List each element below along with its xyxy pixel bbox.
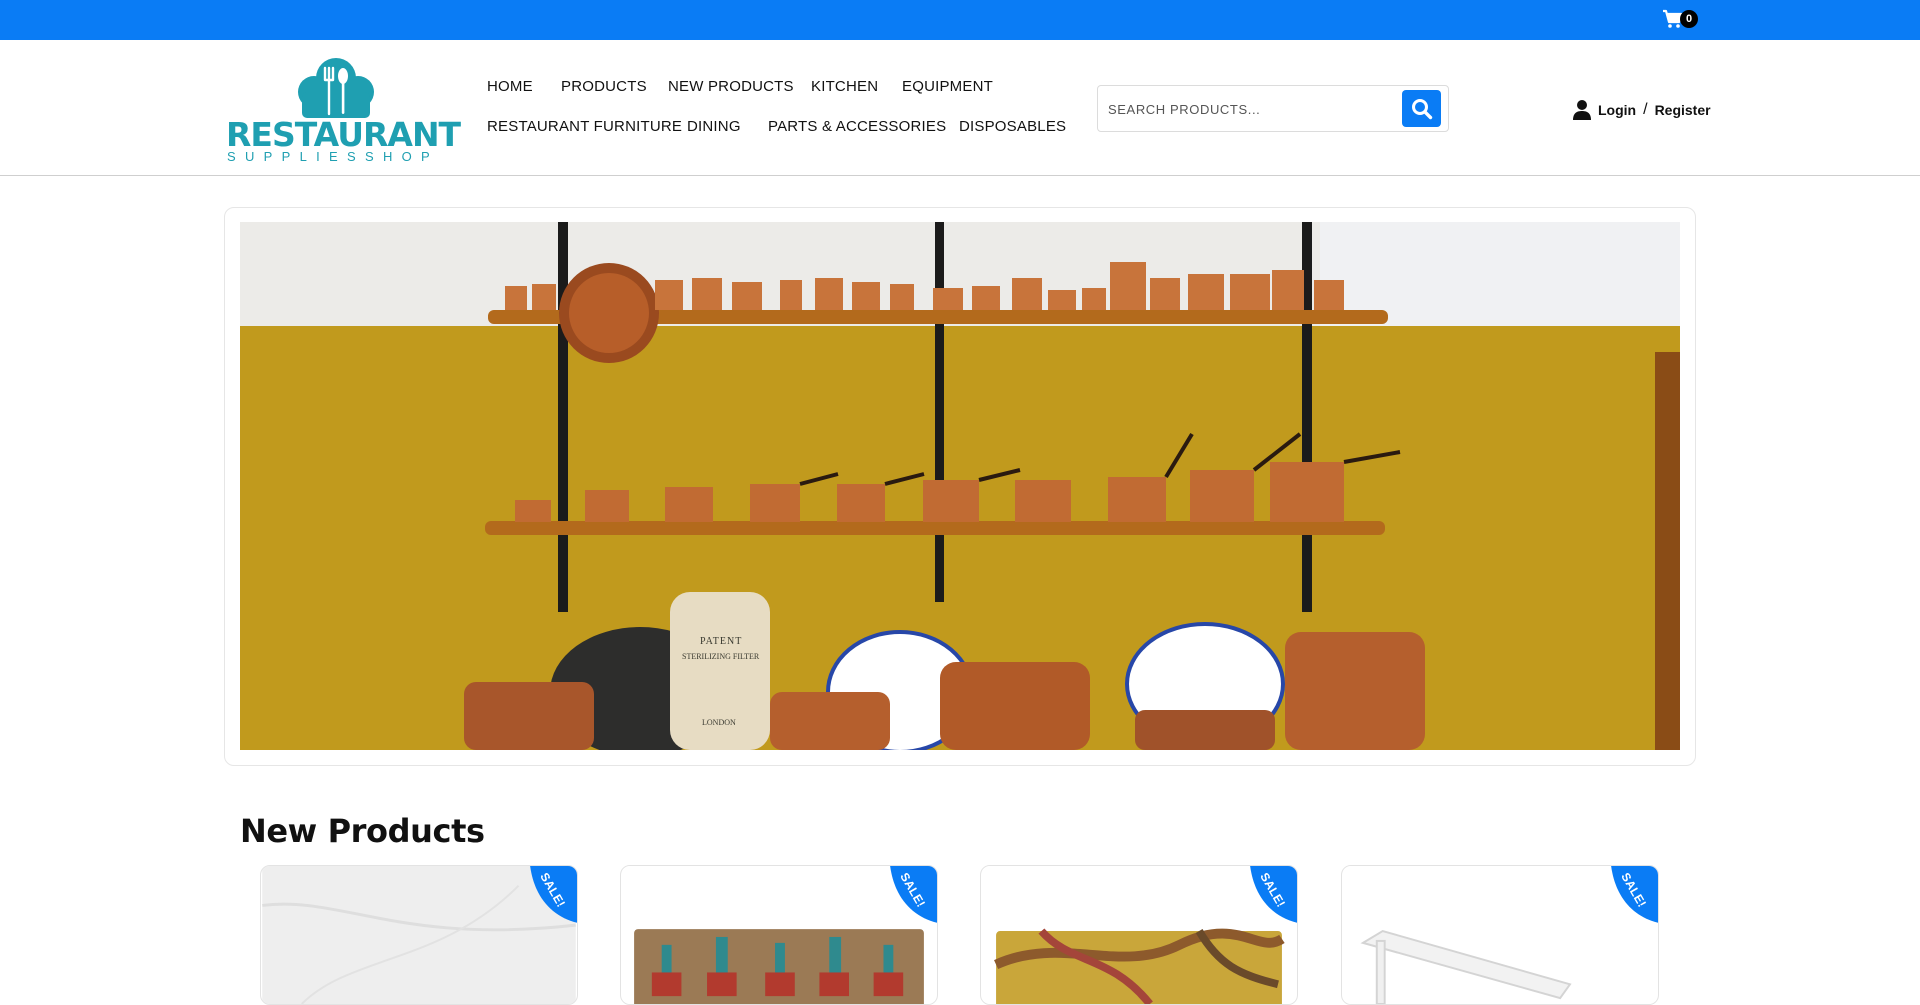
nav-restaurant-furniture[interactable]: RESTAURANT FURNITURE — [487, 118, 682, 135]
site-header: RESTAURANT SUPPLIESSHOP HOME PRODUCTS NE… — [0, 40, 1920, 176]
nav-products[interactable]: PRODUCTS — [561, 78, 647, 95]
search-input[interactable] — [1108, 94, 1388, 124]
logo-subtitle: SUPPLIESSHOP — [227, 149, 440, 164]
cart-button[interactable]: 0 — [1660, 9, 1700, 33]
login-link[interactable]: Login — [1598, 102, 1636, 118]
jar-label-filter: STERILIZING FILTER — [682, 652, 760, 661]
product-card[interactable]: SALE! — [260, 865, 578, 1005]
nav-disposables[interactable]: DISPOSABLES — [959, 118, 1066, 135]
nav-new-products[interactable]: NEW PRODUCTS — [668, 78, 794, 95]
account-links: Login / Register — [1572, 98, 1711, 122]
nav-dining[interactable]: DINING — [687, 118, 741, 135]
account-separator: / — [1643, 101, 1648, 118]
hero-banner-image[interactable]: PATENT STERILIZING FILTER LONDON — [240, 222, 1680, 750]
jar-label-london: LONDON — [702, 718, 736, 727]
nav-equipment[interactable]: EQUIPMENT — [902, 78, 993, 95]
top-bar: 0 — [0, 0, 1920, 40]
cart-count-badge: 0 — [1680, 10, 1698, 28]
chef-hat-cutlery-icon — [298, 58, 374, 118]
jar-label-patent: PATENT — [700, 636, 743, 647]
nav-kitchen[interactable]: KITCHEN — [811, 78, 878, 95]
product-card[interactable]: SALE! — [980, 865, 1298, 1005]
user-icon — [1573, 100, 1591, 120]
nav-parts-accessories[interactable]: PARTS & ACCESSORIES — [768, 118, 946, 135]
product-card[interactable]: SALE! — [620, 865, 938, 1005]
copper-cookware-illustration — [240, 222, 1680, 750]
register-link[interactable]: Register — [1655, 102, 1711, 118]
sale-badge: SALE! — [530, 866, 577, 923]
sale-badge: SALE! — [1250, 866, 1297, 923]
nav-home[interactable]: HOME — [487, 78, 533, 95]
sale-badge: SALE! — [1611, 866, 1658, 923]
search-box — [1097, 85, 1449, 132]
site-logo[interactable]: RESTAURANT SUPPLIESSHOP — [226, 58, 461, 164]
product-card[interactable]: SALE! — [1341, 865, 1659, 1005]
section-title: New Products — [240, 812, 485, 850]
search-icon — [1411, 98, 1432, 119]
logo-wordmark: RESTAURANT — [226, 115, 461, 154]
sale-badge: SALE! — [890, 866, 937, 923]
search-button[interactable] — [1402, 90, 1441, 127]
